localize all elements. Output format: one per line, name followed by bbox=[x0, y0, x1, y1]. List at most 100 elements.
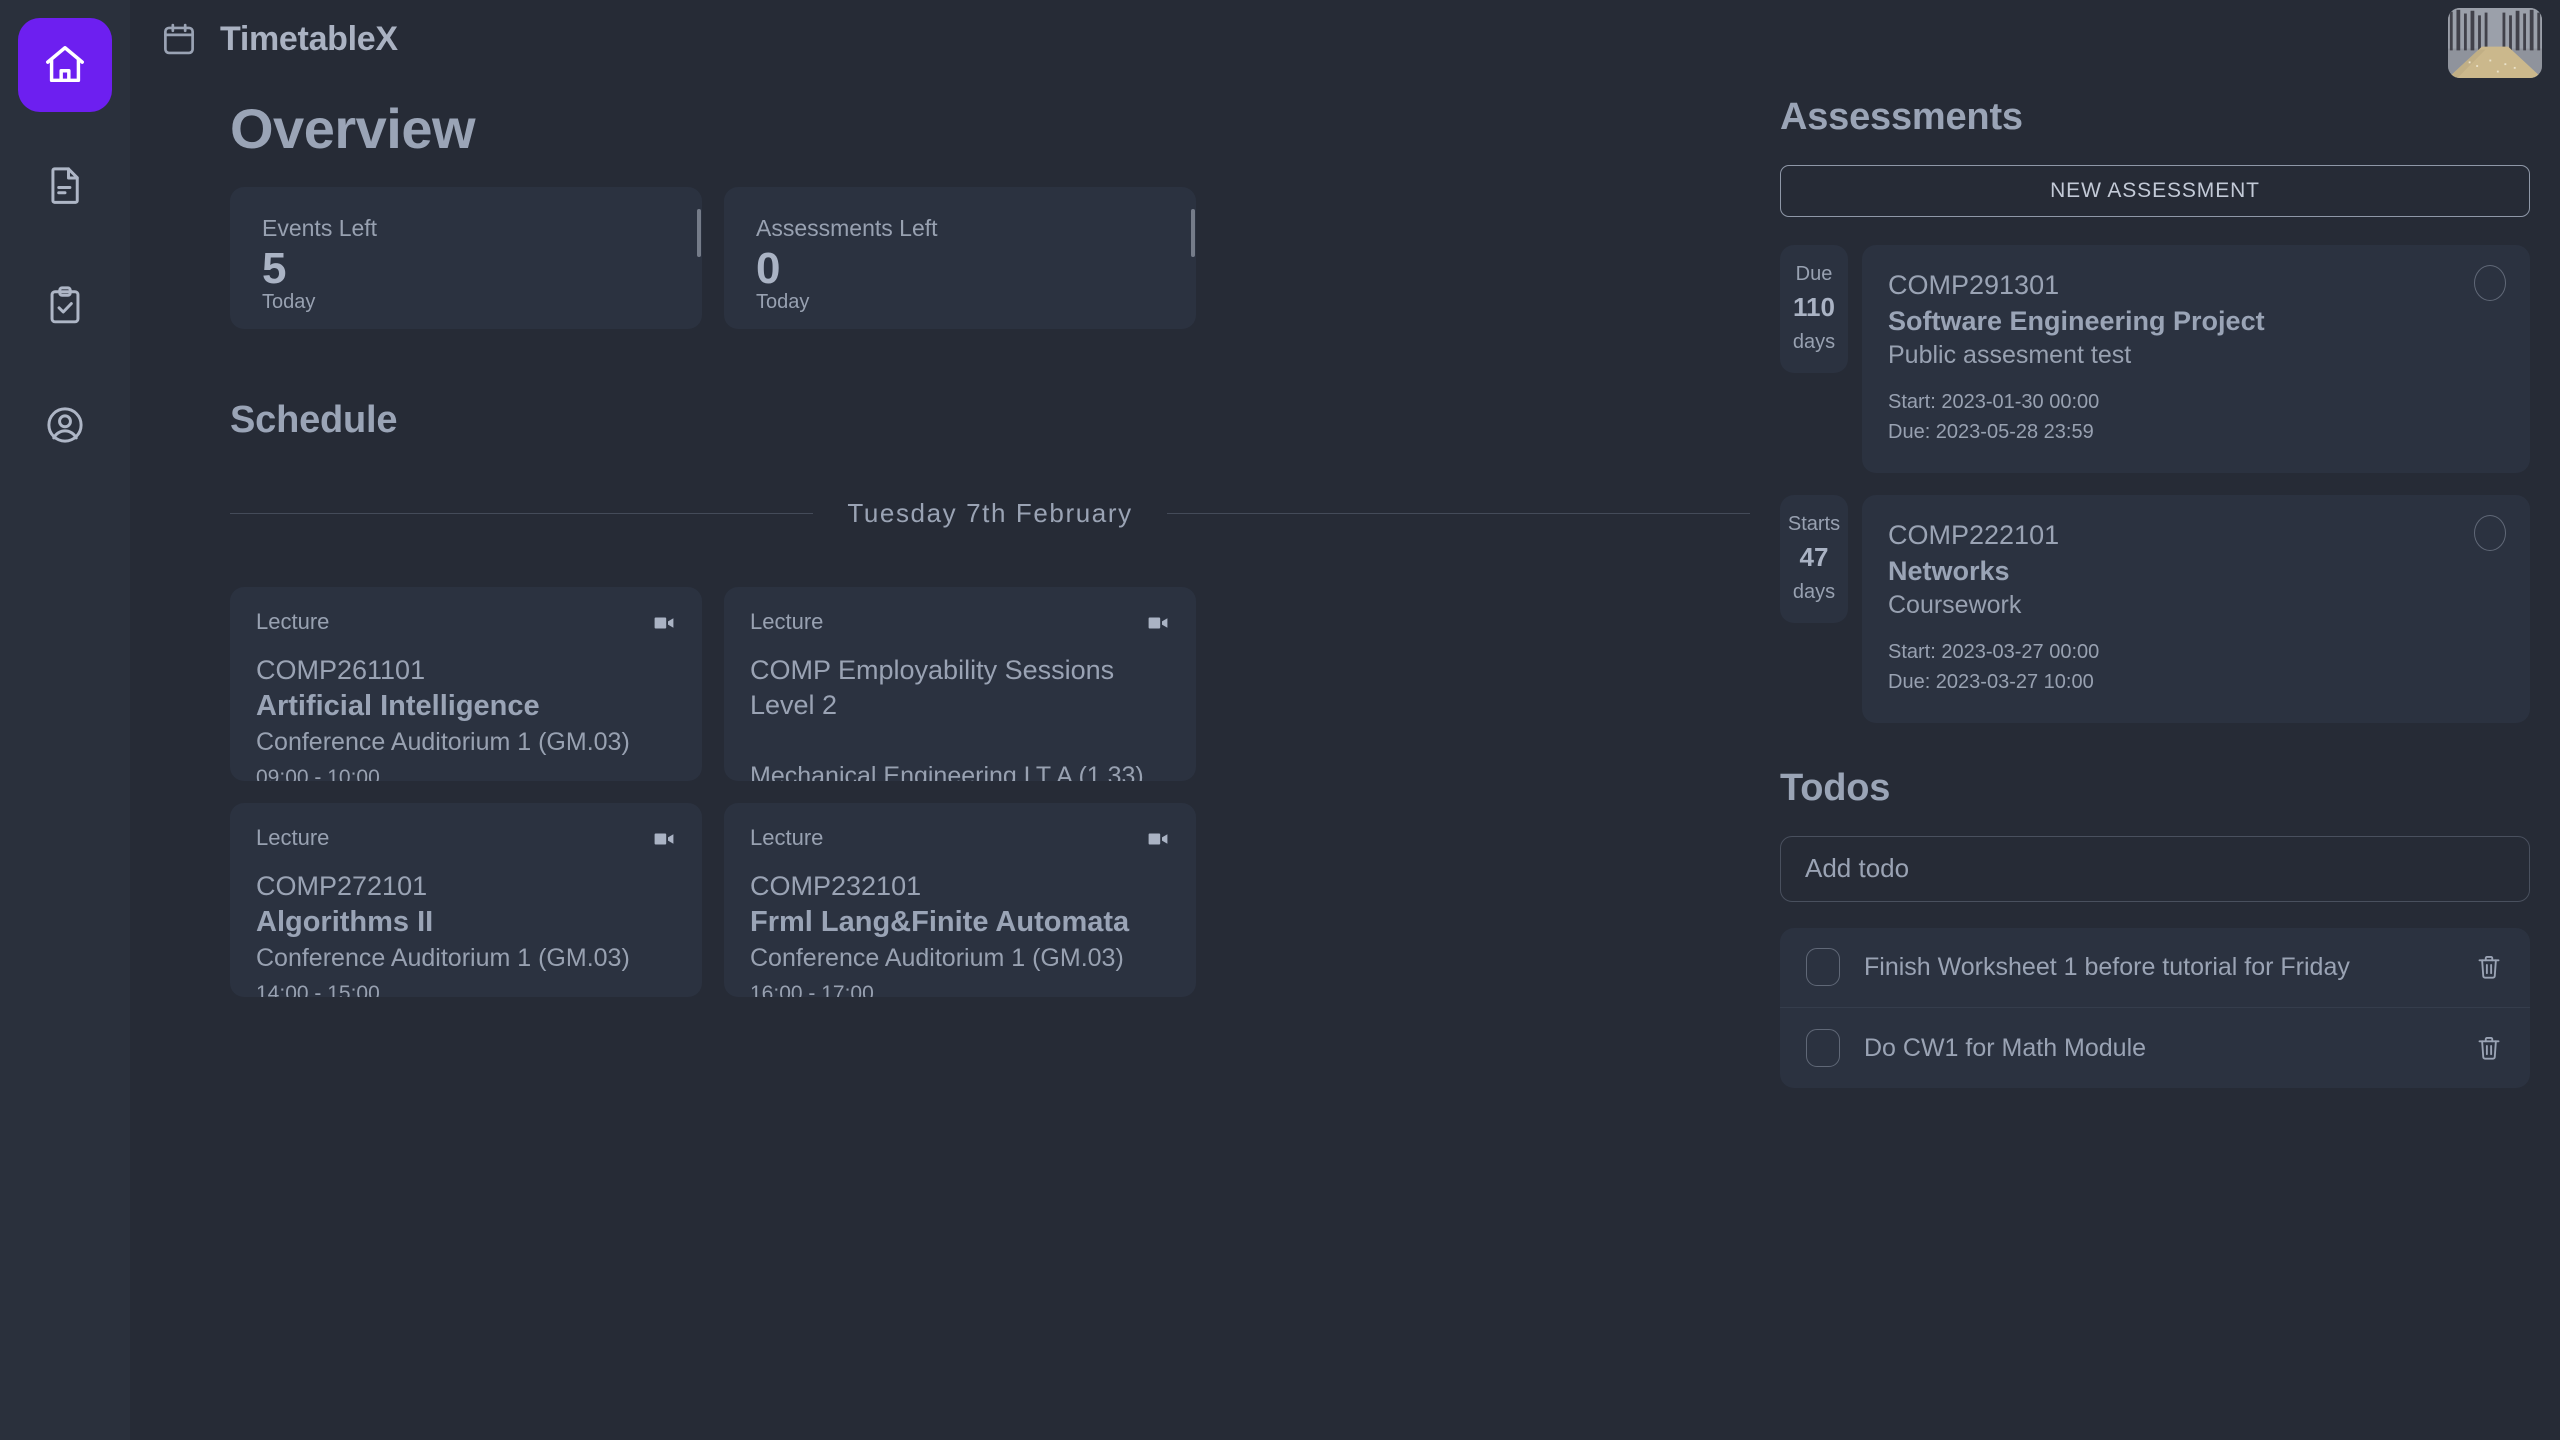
document-icon bbox=[44, 164, 86, 206]
home-icon bbox=[42, 42, 88, 88]
event-location: Conference Auditorium 1 (GM.03) bbox=[256, 942, 676, 975]
event-kind: Lecture bbox=[256, 825, 329, 851]
divider-rule-left bbox=[230, 513, 813, 514]
todo-label: Do CW1 for Math Module bbox=[1864, 1031, 2450, 1065]
assessment-name: Software Engineering Project bbox=[1888, 303, 2504, 339]
event-time: 09:00 - 10:00 bbox=[256, 766, 676, 781]
stat-card-events-left: Events Left 5 Today bbox=[230, 187, 702, 329]
trash-icon[interactable] bbox=[2474, 1033, 2504, 1063]
avatar[interactable] bbox=[2448, 8, 2542, 78]
user-circle-icon bbox=[44, 404, 86, 446]
assessment-due: Due: 2023-03-27 10:00 bbox=[1888, 667, 2504, 697]
sidebar bbox=[0, 0, 130, 1440]
video-camera-icon bbox=[652, 609, 676, 635]
event-code: COMP272101 bbox=[256, 869, 676, 904]
brand: TimetableX bbox=[160, 20, 398, 59]
event-time: 16:00 - 17:00 bbox=[750, 982, 1170, 997]
stat-sub: Today bbox=[262, 291, 672, 314]
todo-item[interactable]: Do CW1 for Math Module bbox=[1780, 1008, 2530, 1088]
assessment-row: Due 110 days COMP291301 Software Enginee… bbox=[1780, 245, 2530, 473]
event-location: Conference Auditorium 1 (GM.03) bbox=[750, 942, 1170, 975]
due-chip-key: Starts bbox=[1786, 509, 1842, 539]
event-code: COMP Employability Sessions Level 2 bbox=[750, 653, 1170, 722]
stat-label: Events Left bbox=[262, 215, 672, 242]
assessment-code: COMP291301 bbox=[1888, 267, 2504, 303]
new-assessment-button[interactable]: NEW ASSESSMENT bbox=[1780, 165, 2530, 217]
event-name: Frml Lang&Finite Automata bbox=[750, 904, 1170, 942]
calendar-icon bbox=[160, 20, 198, 58]
todo-label: Finish Worksheet 1 before tutorial for F… bbox=[1864, 950, 2450, 984]
event-header: Lecture bbox=[750, 825, 1170, 851]
event-name: Artificial Intelligence bbox=[256, 688, 676, 726]
assessment-type: Coursework bbox=[1888, 589, 2504, 623]
event-header: Lecture bbox=[256, 825, 676, 851]
todo-item[interactable]: Finish Worksheet 1 before tutorial for F… bbox=[1780, 928, 2530, 1008]
trash-icon[interactable] bbox=[2474, 952, 2504, 982]
day-divider: Tuesday 7th February bbox=[230, 498, 1750, 529]
sidebar-item-assessments[interactable] bbox=[18, 258, 112, 352]
video-camera-icon bbox=[652, 825, 676, 851]
todo-checkbox[interactable] bbox=[1806, 948, 1840, 986]
due-chip-number: 110 bbox=[1786, 289, 1842, 327]
clipboard-check-icon bbox=[44, 284, 86, 326]
assessment-start: Start: 2023-03-27 00:00 bbox=[1888, 637, 2504, 667]
assessment-complete-checkbox[interactable] bbox=[2474, 265, 2506, 301]
due-chip-number: 47 bbox=[1786, 539, 1842, 577]
assessment-card[interactable]: COMP291301 Software Engineering Project … bbox=[1862, 245, 2530, 473]
day-label: Tuesday 7th February bbox=[847, 498, 1132, 529]
todo-list: Finish Worksheet 1 before tutorial for F… bbox=[1780, 928, 2530, 1088]
sidebar-item-account[interactable] bbox=[18, 378, 112, 472]
event-kind: Lecture bbox=[750, 825, 823, 851]
todos-title: Todos bbox=[1780, 767, 2530, 810]
todo-checkbox[interactable] bbox=[1806, 1029, 1840, 1067]
due-chip-unit: days bbox=[1786, 327, 1842, 357]
stat-value: 5 bbox=[262, 244, 672, 293]
due-chip-unit: days bbox=[1786, 577, 1842, 607]
event-card[interactable]: Lecture COMP272101 Algorithms II Confere… bbox=[230, 803, 702, 997]
accent-bar bbox=[1191, 209, 1195, 257]
event-card[interactable]: Lecture COMP Employability Sessions Leve… bbox=[724, 587, 1196, 781]
page: TimetableX bbox=[130, 0, 2560, 1440]
due-chip: Starts 47 days bbox=[1780, 495, 1848, 623]
assessment-code: COMP222101 bbox=[1888, 517, 2504, 553]
stat-cards: Events Left 5 Today Assessments Left 0 T… bbox=[230, 187, 1750, 329]
video-camera-icon bbox=[1146, 825, 1170, 851]
add-todo-input[interactable] bbox=[1780, 836, 2530, 902]
event-kind: Lecture bbox=[256, 609, 329, 635]
stat-sub: Today bbox=[756, 291, 1166, 314]
event-header: Lecture bbox=[750, 609, 1170, 635]
event-location: Mechanical Engineering LT A (1.33) bbox=[750, 760, 1170, 781]
event-time: 14:00 - 15:00 bbox=[256, 982, 676, 997]
event-card[interactable]: Lecture COMP232101 Frml Lang&Finite Auto… bbox=[724, 803, 1196, 997]
assessment-type: Public assesment test bbox=[1888, 339, 2504, 373]
topbar: TimetableX bbox=[130, 0, 2560, 78]
stat-card-assessments-left: Assessments Left 0 Today bbox=[724, 187, 1196, 329]
assessment-card[interactable]: COMP222101 Networks Coursework Start: 20… bbox=[1862, 495, 2530, 723]
main-content: Overview Events Left 5 Today Assessments… bbox=[130, 0, 1750, 1440]
due-chip: Due 110 days bbox=[1780, 245, 1848, 373]
event-card[interactable]: Lecture COMP261101 Artificial Intelligen… bbox=[230, 587, 702, 781]
divider-rule-right bbox=[1167, 513, 1750, 514]
avatar-photo bbox=[2448, 8, 2542, 78]
app-title: TimetableX bbox=[220, 20, 398, 59]
stat-label: Assessments Left bbox=[756, 215, 1166, 242]
app-root: TimetableX bbox=[0, 0, 2560, 1440]
event-kind: Lecture bbox=[750, 609, 823, 635]
schedule-title: Schedule bbox=[230, 399, 1750, 442]
assessments-title: Assessments bbox=[1780, 96, 2530, 139]
todos-section: Todos Finish Worksheet 1 before tutorial… bbox=[1780, 767, 2530, 1088]
sidebar-item-documents[interactable] bbox=[18, 138, 112, 232]
event-location: Conference Auditorium 1 (GM.03) bbox=[256, 726, 676, 759]
page-title: Overview bbox=[230, 96, 1750, 161]
accent-bar bbox=[697, 209, 701, 257]
event-code: COMP232101 bbox=[750, 869, 1170, 904]
right-rail: Assessments NEW ASSESSMENT Due 110 days … bbox=[1750, 0, 2560, 1440]
assessment-due: Due: 2023-05-28 23:59 bbox=[1888, 417, 2504, 447]
event-name: Algorithms II bbox=[256, 904, 676, 942]
assessment-complete-checkbox[interactable] bbox=[2474, 515, 2506, 551]
assessment-row: Starts 47 days COMP222101 Networks Cours… bbox=[1780, 495, 2530, 723]
assessment-name: Networks bbox=[1888, 553, 2504, 589]
sidebar-item-home[interactable] bbox=[18, 18, 112, 112]
event-grid: Lecture COMP261101 Artificial Intelligen… bbox=[230, 587, 1750, 997]
event-header: Lecture bbox=[256, 609, 676, 635]
